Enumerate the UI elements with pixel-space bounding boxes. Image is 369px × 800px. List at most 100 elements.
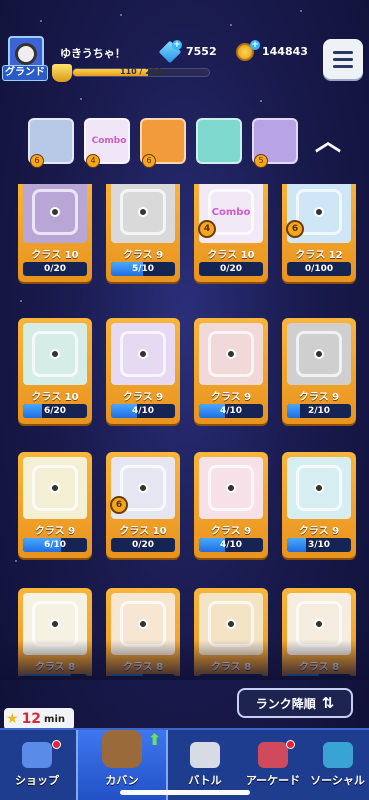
dice-count: 6/20 xyxy=(43,406,67,416)
username: ゆきうちゃ！ xyxy=(60,47,126,60)
bag-icon xyxy=(102,730,142,768)
dice-level-badge: 6 xyxy=(286,220,304,238)
dice-count: 4/10 xyxy=(219,540,243,550)
deck-dice-slot[interactable] xyxy=(196,118,242,164)
dice-pip-icon xyxy=(50,483,60,493)
dice-progress-bar: 4/10 xyxy=(199,404,263,418)
nav-bag-label: カバン xyxy=(105,774,139,787)
dice-class-label: クラス 9 xyxy=(122,392,164,403)
nav-shop-label: ショップ xyxy=(15,774,59,787)
arcade-notification-dot xyxy=(286,740,295,749)
hamburger-line xyxy=(333,64,353,68)
rank-badge: グランド xyxy=(2,65,48,81)
chevron-up-icon[interactable]: ︿ xyxy=(310,128,346,156)
dice-art xyxy=(199,593,263,655)
dice-face-icon xyxy=(296,465,342,511)
sort-button[interactable]: ランク降順 ⇅ xyxy=(237,688,353,718)
dice-card[interactable]: クラス 10 6/20 xyxy=(18,318,92,424)
dice-pip-icon xyxy=(138,619,148,629)
menu-button[interactable] xyxy=(323,39,363,79)
dice-card[interactable]: クラス 80/4 xyxy=(194,588,268,676)
add-gems-icon[interactable]: + xyxy=(172,40,182,50)
dice-pip-icon xyxy=(226,349,236,359)
dice-art xyxy=(287,323,351,385)
dice-progress-bar: 5/10 xyxy=(111,262,175,276)
dice-art xyxy=(23,457,87,519)
nav-arcade-label: アーケード xyxy=(245,774,301,787)
dice-card[interactable]: クラス 10 0/20 xyxy=(18,184,92,282)
shop-icon xyxy=(22,742,52,768)
dice-progress-bar: 3/10 xyxy=(287,538,351,552)
dice-count: 0/20 xyxy=(43,264,67,274)
dice-card[interactable]: クラス 9 4/10 xyxy=(194,318,268,424)
dice-collection-grid[interactable]: クラス 10 0/20 クラス 9 5/10 Combo 4 クラス 10 0/20 6 クラス … xyxy=(0,184,369,676)
dice-progress-bar: 4/10 xyxy=(111,404,175,418)
star-icon: ★ xyxy=(6,711,19,727)
dice-count: 3/4 xyxy=(23,674,87,676)
dice-card[interactable]: クラス 9 5/10 xyxy=(106,184,180,282)
dice-pip-icon xyxy=(226,619,236,629)
dice-card[interactable]: Combo 4 クラス 10 0/20 xyxy=(194,184,268,282)
nav-shop[interactable]: ショップ xyxy=(0,730,74,800)
dice-face-icon xyxy=(32,331,78,377)
dice-card[interactable]: 6 クラス 10 0/20 xyxy=(106,452,180,558)
dice-card[interactable]: クラス 9 4/10 xyxy=(106,318,180,424)
dice-pip-icon xyxy=(138,207,148,217)
dice-art xyxy=(199,457,263,519)
top-header: グランド ゆきうちゃ！ 110 / 200 + 7552 + 144843 xyxy=(0,0,369,100)
dice-class-label: クラス 10 xyxy=(31,250,79,261)
coin-count: 144843 xyxy=(262,45,308,58)
deck-dice-slot[interactable]: 5 xyxy=(252,118,298,168)
dice-progress-bar: 0/4 xyxy=(199,674,263,676)
dice-card[interactable]: クラス 82/4 xyxy=(106,588,180,676)
deck-dice-slot[interactable]: Combo 4 xyxy=(84,118,130,168)
nav-social[interactable]: ソーシャル xyxy=(306,730,369,800)
add-coins-icon[interactable]: + xyxy=(250,40,260,50)
hamburger-menu-icon xyxy=(333,50,353,54)
deck-dice-level-badge: 4 xyxy=(86,154,100,168)
dice-progress-bar: 2/4 xyxy=(111,674,175,676)
dice-face-icon xyxy=(32,601,78,647)
event-timer[interactable]: ★ 12 min xyxy=(4,708,74,730)
dice-card[interactable]: クラス 9 3/10 xyxy=(282,452,356,558)
dice-card[interactable]: クラス 9 2/10 xyxy=(282,318,356,424)
dice-face-icon xyxy=(32,465,78,511)
dice-art xyxy=(111,323,175,385)
dice-card[interactable]: クラス 9 4/10 xyxy=(194,452,268,558)
dice-class-label: クラス 12 xyxy=(295,250,343,261)
dice-card[interactable]: 6 クラス 12 0/100 xyxy=(282,184,356,282)
dice-count: 0/20 xyxy=(219,264,243,274)
deck-dice-slot[interactable]: 6 xyxy=(28,118,74,168)
dice-count: 0/4 xyxy=(199,674,263,676)
dice-class-label: クラス 9 xyxy=(298,526,340,537)
dice-progress-bar: 6/10 xyxy=(23,538,87,552)
nav-arcade[interactable]: アーケード xyxy=(240,730,306,800)
dice-art xyxy=(199,323,263,385)
timer-unit: min xyxy=(44,713,66,725)
dice-face-icon xyxy=(32,189,78,235)
dice-card[interactable]: クラス 9 6/10 xyxy=(18,452,92,558)
dice-progress-bar: 0/100 xyxy=(287,262,351,276)
dice-count: 2/10 xyxy=(307,406,331,416)
deck-dice-level-badge: 5 xyxy=(254,154,268,168)
gem-count: 7552 xyxy=(186,45,217,58)
dice-count: 3/10 xyxy=(307,540,331,550)
dice-progress-bar: 0/20 xyxy=(199,262,263,276)
social-icon xyxy=(322,742,353,768)
dice-deck: ︿ 6 Combo 4 6 5 xyxy=(0,112,369,174)
dice-pip-icon xyxy=(314,483,324,493)
dice-face-icon xyxy=(296,331,342,377)
dice-count: 0/20 xyxy=(131,540,155,550)
arcade-icon xyxy=(258,742,288,768)
hamburger-line xyxy=(333,57,353,61)
dice-card[interactable]: クラス 82/4 xyxy=(282,588,356,676)
dice-pip-icon xyxy=(138,349,148,359)
dice-card[interactable]: クラス 83/4 xyxy=(18,588,92,676)
dice-art xyxy=(287,457,351,519)
dice-progress-bar: 4/10 xyxy=(199,538,263,552)
dice-class-label: クラス 8 xyxy=(210,662,252,673)
dice-face-icon xyxy=(120,601,166,647)
dice-pip-icon xyxy=(314,619,324,629)
deck-dice-slot[interactable]: 6 xyxy=(140,118,186,168)
dice-count: 4/10 xyxy=(131,406,155,416)
